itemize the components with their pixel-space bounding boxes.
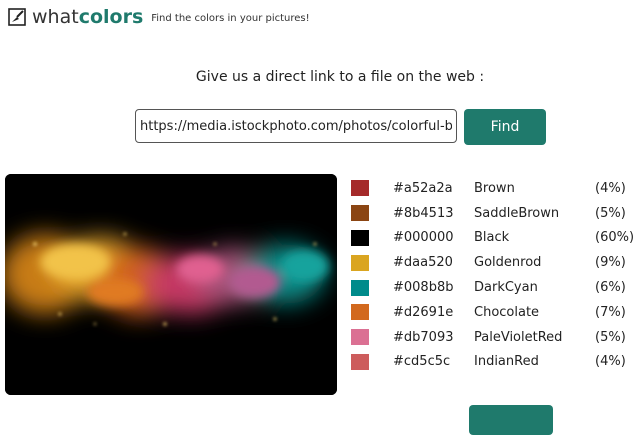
- color-swatch: [351, 353, 369, 370]
- color-name: Chocolate: [474, 304, 540, 320]
- color-swatch: [351, 180, 369, 197]
- palette-row: #a52a2a Brown (4%): [351, 176, 640, 201]
- color-percentage: (6%): [595, 280, 626, 296]
- color-percentage: (5%): [595, 329, 626, 345]
- color-name: IndianRed: [474, 354, 539, 370]
- powder-explosion-image: [5, 174, 337, 395]
- color-swatch: [351, 229, 369, 246]
- color-hex: #000000: [393, 230, 454, 246]
- color-name: PaleVioletRed: [474, 329, 563, 345]
- color-hex: #8b4513: [393, 205, 454, 221]
- find-button[interactable]: Find: [464, 109, 546, 145]
- color-swatch: [351, 254, 369, 271]
- logo-text-colors[interactable]: colors: [79, 6, 144, 28]
- color-name: SaddleBrown: [474, 205, 560, 221]
- color-name: Black: [474, 230, 510, 246]
- color-hex: #d2691e: [393, 304, 454, 320]
- palette-row: #008b8b DarkCyan (6%): [351, 275, 640, 300]
- palette-row: #d2691e Chocolate (7%): [351, 300, 640, 325]
- color-hex: #008b8b: [393, 280, 454, 296]
- color-percentage: (60%): [595, 230, 635, 246]
- image-preview: [5, 174, 337, 395]
- color-hex: #cd5c5c: [393, 354, 451, 370]
- color-name: Goldenrod: [474, 255, 542, 271]
- color-name: Brown: [474, 180, 515, 196]
- palette-row: #daa520 Goldenrod (9%): [351, 250, 640, 275]
- color-swatch: [351, 205, 369, 222]
- color-palette: #a52a2a Brown (4%) #8b4513 SaddleBrown (5%) #0…: [351, 176, 640, 374]
- tagline: Find the colors in your pictures!: [151, 13, 310, 24]
- color-percentage: (9%): [595, 255, 626, 271]
- color-percentage: (4%): [595, 180, 626, 196]
- url-input[interactable]: [135, 109, 457, 143]
- color-percentage: (5%): [595, 205, 626, 221]
- url-prompt: Give us a direct link to a file on the w…: [195, 69, 485, 85]
- color-name: DarkCyan: [474, 280, 538, 296]
- palette-row: #000000 Black (60%): [351, 226, 640, 251]
- header: what colors Find the colors in your pict…: [8, 6, 310, 28]
- brush-icon: [8, 8, 26, 26]
- color-percentage: (7%): [595, 304, 626, 320]
- color-hex: #db7093: [393, 329, 454, 345]
- palette-row: #cd5c5c IndianRed (4%): [351, 350, 640, 375]
- color-hex: #a52a2a: [393, 180, 453, 196]
- palette-row: #db7093 PaleVioletRed (5%): [351, 325, 640, 350]
- color-hex: #daa520: [393, 255, 453, 271]
- color-swatch: [351, 329, 369, 346]
- color-swatch: [351, 279, 369, 296]
- color-swatch: [351, 304, 369, 321]
- color-percentage: (4%): [595, 354, 626, 370]
- bottom-button[interactable]: [469, 405, 553, 435]
- palette-row: #8b4513 SaddleBrown (5%): [351, 201, 640, 226]
- logo-text-what[interactable]: what: [32, 6, 79, 28]
